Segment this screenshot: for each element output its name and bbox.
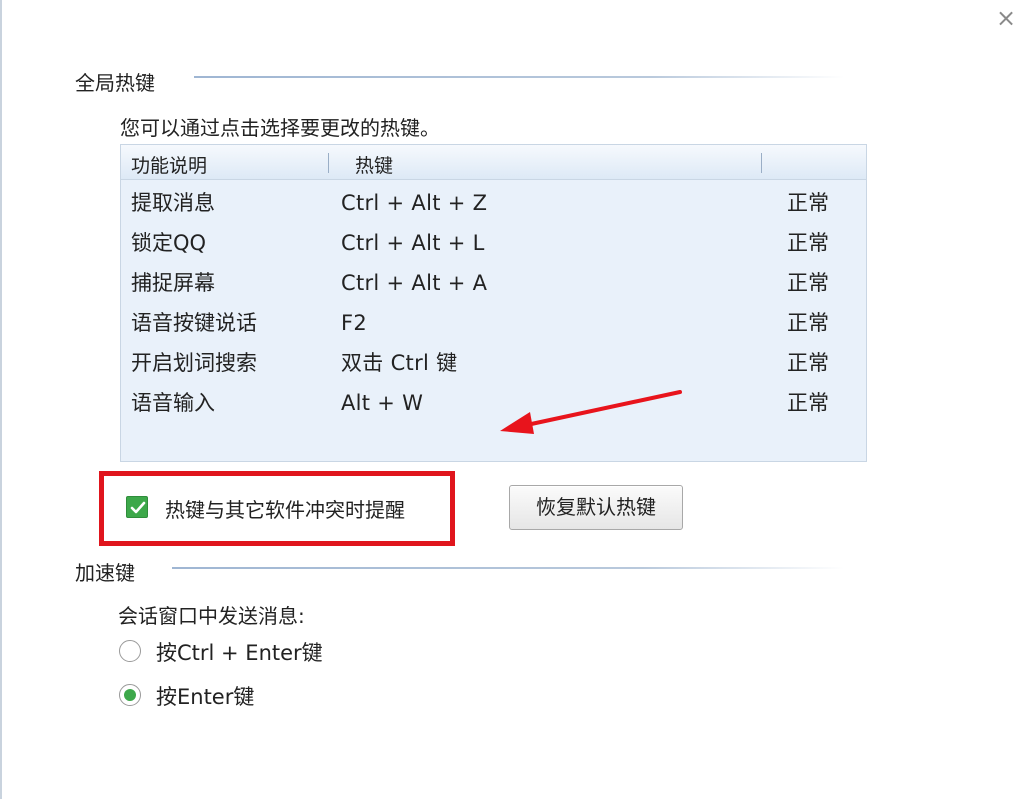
hotkey-list-header: 功能说明 热键 <box>121 145 866 180</box>
close-icon[interactable]: × <box>992 4 1020 32</box>
row-hotkey: F2 <box>341 311 368 335</box>
row-hotkey: 双击 Ctrl 键 <box>341 351 458 375</box>
row-hotkey: Alt + W <box>341 391 424 415</box>
table-row[interactable]: 捕捉屏幕 Ctrl + Alt + A 正常 <box>121 263 866 303</box>
table-row[interactable]: 开启划词搜索 双击 Ctrl 键 正常 <box>121 343 866 383</box>
section-divider <box>194 76 844 78</box>
conflict-reminder-checkbox[interactable] <box>126 496 148 518</box>
column-separator[interactable] <box>328 153 329 173</box>
radio-ctrl-enter-label[interactable]: 按Ctrl + Enter键 <box>156 637 323 667</box>
settings-window: × 全局热键 您可以通过点击选择要更改的热键。 功能说明 热键 提取消息 Ctr… <box>0 0 1021 799</box>
row-function: 语音输入 <box>131 391 215 415</box>
checkmark-icon <box>130 501 146 514</box>
row-function: 捕捉屏幕 <box>131 271 215 295</box>
radio-selected-dot <box>124 689 136 701</box>
row-hotkey: Ctrl + Alt + Z <box>341 191 488 215</box>
row-status: 正常 <box>787 191 829 215</box>
row-function: 锁定QQ <box>131 231 207 255</box>
row-function: 提取消息 <box>131 191 215 215</box>
global-hotkeys-title: 全局热键 <box>75 71 155 95</box>
section-divider <box>172 567 844 569</box>
restore-default-hotkeys-button[interactable]: 恢复默认热键 <box>509 485 683 530</box>
column-header-function[interactable]: 功能说明 <box>131 151 207 178</box>
table-row[interactable]: 语音按键说话 F2 正常 <box>121 303 866 343</box>
column-separator[interactable] <box>761 153 762 173</box>
row-function: 开启划词搜索 <box>131 351 257 375</box>
conflict-reminder-label[interactable]: 热键与其它软件冲突时提醒 <box>165 494 405 523</box>
annotation-arrow-icon <box>500 390 682 434</box>
row-status: 正常 <box>787 231 829 255</box>
send-message-subtitle: 会话窗口中发送消息: <box>118 604 305 628</box>
row-status: 正常 <box>787 391 829 415</box>
radio-enter[interactable] <box>119 684 141 706</box>
hotkeys-description: 您可以通过点击选择要更改的热键。 <box>120 116 440 140</box>
row-function: 语音按键说话 <box>131 311 257 335</box>
row-hotkey: Ctrl + Alt + A <box>341 271 488 295</box>
accelerator-title: 加速键 <box>75 561 135 585</box>
table-row[interactable]: 锁定QQ Ctrl + Alt + L 正常 <box>121 223 866 263</box>
row-hotkey: Ctrl + Alt + L <box>341 231 485 255</box>
table-row[interactable]: 提取消息 Ctrl + Alt + Z 正常 <box>121 183 866 223</box>
column-header-hotkey[interactable]: 热键 <box>355 151 393 178</box>
row-status: 正常 <box>787 311 829 335</box>
radio-ctrl-enter[interactable] <box>119 640 141 662</box>
row-status: 正常 <box>787 271 829 295</box>
row-status: 正常 <box>787 351 829 375</box>
radio-enter-label[interactable]: 按Enter键 <box>156 681 254 711</box>
